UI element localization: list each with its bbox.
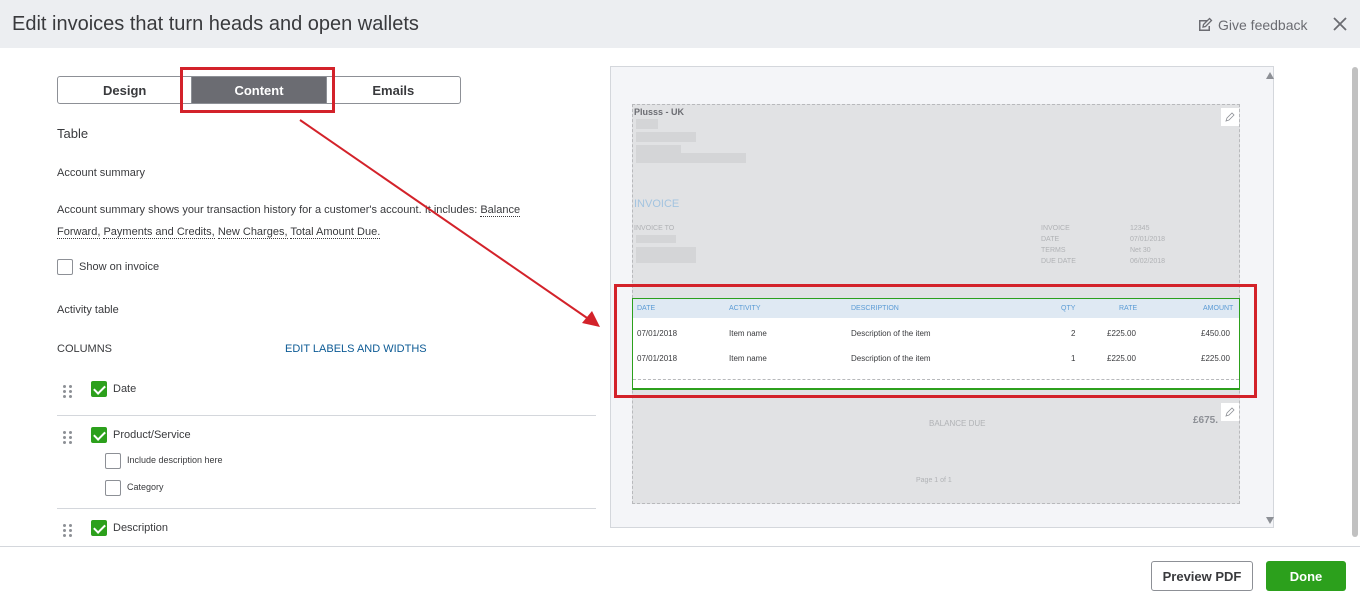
meta-value: Net 30 [1130, 247, 1151, 254]
modal-footer: Preview PDF Done [0, 546, 1360, 602]
blurred-text [636, 247, 696, 255]
table-highlight-box [614, 284, 1257, 398]
page-label: Page 1 of 1 [916, 477, 952, 484]
blurred-text [636, 132, 696, 142]
done-button[interactable]: Done [1266, 561, 1346, 591]
preview-scrollbar[interactable] [1265, 67, 1275, 527]
meta-value: 06/02/2018 [1130, 258, 1166, 265]
company-name: Plusss - UK [634, 107, 685, 117]
meta-value: 12345 [1130, 225, 1150, 232]
scroll-up-icon[interactable] [1266, 72, 1274, 79]
invoice-title: INVOICE [634, 198, 680, 210]
edit-header-pencil-icon[interactable] [1221, 108, 1239, 126]
balance-due-value: £675. [1193, 415, 1219, 426]
balance-due-label: BALANCE DUE [929, 419, 986, 428]
edit-footer-pencil-icon[interactable] [1221, 403, 1239, 421]
scroll-down-icon[interactable] [1266, 517, 1274, 524]
scrollbar-thumb[interactable] [1352, 67, 1358, 537]
blurred-text [636, 153, 746, 163]
meta-label: INVOICE [1041, 225, 1070, 232]
preview-pdf-button[interactable]: Preview PDF [1151, 561, 1253, 591]
invoice-to-label: INVOICE TO [634, 225, 675, 232]
meta-label: DATE [1041, 236, 1060, 243]
blurred-text [636, 119, 658, 129]
blurred-text [636, 235, 676, 243]
main-scrollbar[interactable] [1350, 50, 1360, 546]
meta-value: 07/01/2018 [1130, 236, 1166, 243]
blurred-text [636, 255, 696, 263]
meta-label: TERMS [1041, 247, 1066, 254]
meta-label: DUE DATE [1041, 258, 1076, 265]
